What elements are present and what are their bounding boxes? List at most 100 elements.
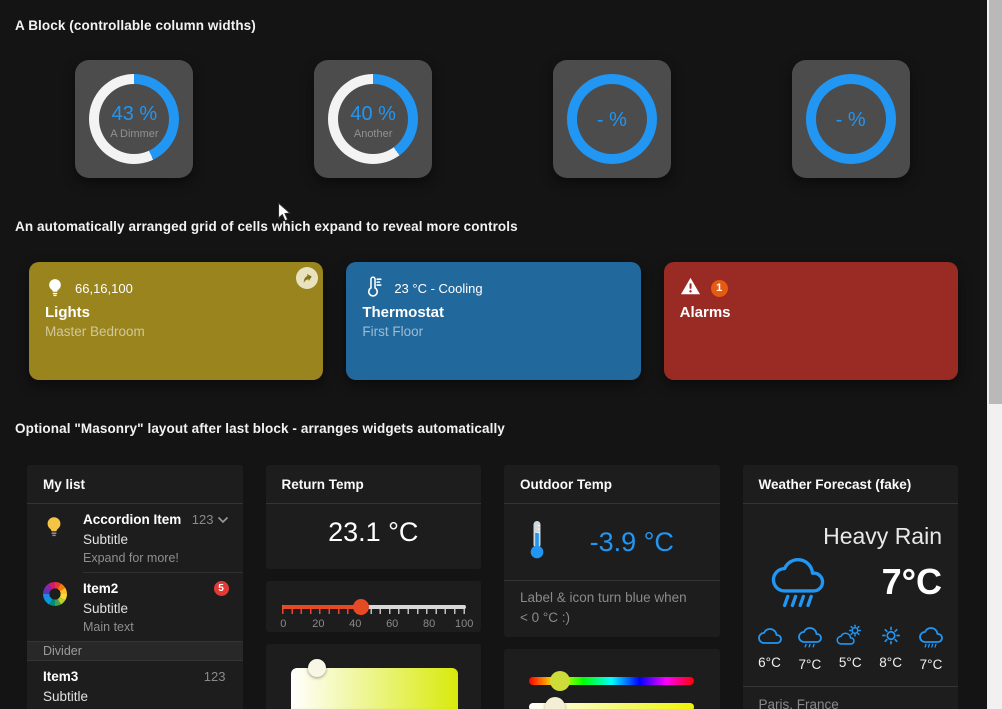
gauge-label: A Dimmer	[110, 128, 158, 141]
gauge-center: - %	[816, 84, 886, 154]
gauge-center: - %	[577, 84, 647, 154]
list-item-body: Accordion Item 123 Subtitle Expand for m…	[83, 510, 229, 566]
thermostat-title: Thermostat	[362, 304, 624, 321]
note-line-2: < 0 °C :)	[520, 608, 687, 628]
heading-masonry: Optional "Masonry" layout after last blo…	[15, 421, 505, 436]
outdoor-temp-panel: Outdoor Temp -3.9 °C Label & icon turn b…	[504, 465, 720, 637]
gauge-value: 43 %	[112, 103, 158, 126]
forecast-temp: 8°C	[873, 655, 909, 670]
tick-label: 40	[349, 618, 361, 630]
saturation-slider[interactable]	[529, 703, 694, 709]
list-item-subtitle: Subtitle	[83, 600, 229, 617]
color-wheel-icon	[43, 579, 83, 635]
scrollbar-thumb[interactable]	[989, 0, 1002, 404]
chevron-down-icon[interactable]	[217, 516, 229, 524]
weather-header: Weather Forecast (fake)	[743, 465, 959, 504]
slider-thumb[interactable]	[353, 599, 369, 615]
mouse-cursor	[277, 202, 292, 229]
dashboard-screen: A Block (controllable column widths) 43 …	[0, 0, 1002, 709]
picker-handle[interactable]	[308, 659, 326, 677]
sun-icon	[876, 635, 906, 652]
forecast-cell: 6°C	[752, 623, 788, 672]
alarms-title: Alarms	[680, 304, 942, 321]
forecast-temp: 5°C	[832, 655, 868, 670]
alert-triangle-icon	[680, 277, 701, 299]
thermostat-subtitle: First Floor	[362, 324, 624, 339]
list-item-subtitle: Subtitle	[83, 531, 229, 548]
gauge-row: 43 % A Dimmer 40 % Another - %	[15, 60, 970, 178]
return-temp-header: Return Temp	[266, 465, 482, 504]
gauge-value: 40 %	[350, 103, 396, 126]
list-item-text: Main text	[83, 619, 229, 635]
thermostat-cell[interactable]: 23 °C - Cooling Thermostat First Floor	[346, 262, 640, 380]
forecast-cell: 5°C	[832, 623, 868, 672]
lights-subtitle: Master Bedroom	[45, 324, 307, 339]
slider-fill	[282, 605, 361, 609]
alarms-cell[interactable]: 1 Alarms	[664, 262, 958, 380]
weather-condition: Heavy Rain	[823, 523, 942, 550]
gauge-center: 43 % A Dimmer	[99, 84, 169, 154]
list-item-accordion[interactable]: Accordion Item 123 Subtitle Expand for m…	[27, 504, 243, 572]
list-item-title: Item2	[83, 581, 214, 596]
weather-divider	[743, 686, 959, 687]
gauge-value: - %	[836, 109, 866, 132]
my-list-panel: My list Accordion Item 123 Subt	[27, 465, 243, 709]
scrollbar-track[interactable]	[987, 0, 1002, 709]
partly-sunny-icon	[835, 635, 865, 652]
lights-title: Lights	[45, 304, 307, 321]
temp-slider[interactable]: 0 20 40 60 80 100	[282, 605, 467, 629]
my-list-header: My list	[27, 465, 243, 504]
thermostat-status-row: 23 °C - Cooling	[362, 276, 624, 300]
heading-block: A Block (controllable column widths)	[15, 18, 256, 33]
gauge-ring: 40 % Another	[328, 74, 418, 164]
lights-status-row: 66,16,100	[45, 276, 307, 300]
gauge-tile-empty-1[interactable]: - %	[553, 60, 671, 178]
forecast-cell: 7°C	[913, 623, 949, 672]
thermometer-icon	[362, 274, 384, 302]
weather-location: Paris, France	[759, 697, 839, 709]
tick-label: 80	[423, 618, 435, 630]
list-item-2[interactable]: Item2 5 Subtitle Main text	[27, 573, 243, 641]
lightbulb-icon	[45, 276, 65, 301]
list-item-body: Item2 5 Subtitle Main text	[83, 579, 229, 635]
lights-cell[interactable]: 66,16,100 Lights Master Bedroom	[29, 262, 323, 380]
thermostat-status: 23 °C - Cooling	[394, 281, 482, 296]
forecast-temp: 6°C	[752, 655, 788, 670]
lightbulb-icon	[43, 510, 83, 566]
forecast-cell: 8°C	[873, 623, 909, 672]
hue-slider[interactable]	[529, 677, 694, 685]
list-item-title-row: Accordion Item 123	[83, 510, 229, 529]
color-picker-box[interactable]	[291, 668, 459, 709]
return-temp-panel: Return Temp 23.1 °C	[266, 465, 482, 569]
tick-label: 60	[386, 618, 398, 630]
gauge-tile-empty-2[interactable]: - %	[792, 60, 910, 178]
list-item-value: 123	[192, 512, 214, 527]
masonry-col-3: Outdoor Temp -3.9 °C Label & icon turn b…	[504, 465, 720, 709]
slider-tick-labels: 0 20 40 60 80 100	[282, 618, 467, 630]
list-item-value: 123	[204, 669, 226, 684]
alarms-status-row: 1	[680, 276, 942, 300]
masonry-grid: My list Accordion Item 123 Subt	[27, 465, 958, 709]
outdoor-temp-header: Outdoor Temp	[504, 465, 720, 504]
outdoor-temp-value: -3.9 °C	[564, 527, 700, 558]
list-item-3[interactable]: Item3 123 Subtitle Main text	[27, 661, 243, 709]
saturation-thumb[interactable]	[545, 697, 565, 709]
note-line-1: Label & icon turn blue when	[520, 588, 687, 608]
gauge-center: 40 % Another	[338, 84, 408, 154]
list-divider-row: Divider	[27, 641, 243, 661]
count-badge: 5	[214, 581, 229, 596]
share-button[interactable]	[296, 267, 318, 289]
masonry-col-2: Return Temp 23.1 °C 0 20 40 60	[266, 465, 482, 709]
hue-thumb[interactable]	[550, 671, 570, 691]
pouring-rain-icon	[771, 553, 825, 616]
outdoor-temp-note: Label & icon turn blue when < 0 °C :)	[520, 588, 687, 628]
forecast-temp: 7°C	[913, 657, 949, 672]
masonry-col-4: Weather Forecast (fake) Heavy Rain 7°C 6…	[743, 465, 959, 709]
alarm-count-badge: 1	[711, 280, 728, 297]
return-temp-value: 23.1 °C	[266, 517, 482, 548]
list-item-text: Expand for more!	[83, 550, 229, 566]
gauge-ring: - %	[567, 74, 657, 164]
forecast-cell: 7°C	[792, 623, 828, 672]
gauge-tile-dimmer[interactable]: 43 % A Dimmer	[75, 60, 193, 178]
gauge-tile-another[interactable]: 40 % Another	[314, 60, 432, 178]
